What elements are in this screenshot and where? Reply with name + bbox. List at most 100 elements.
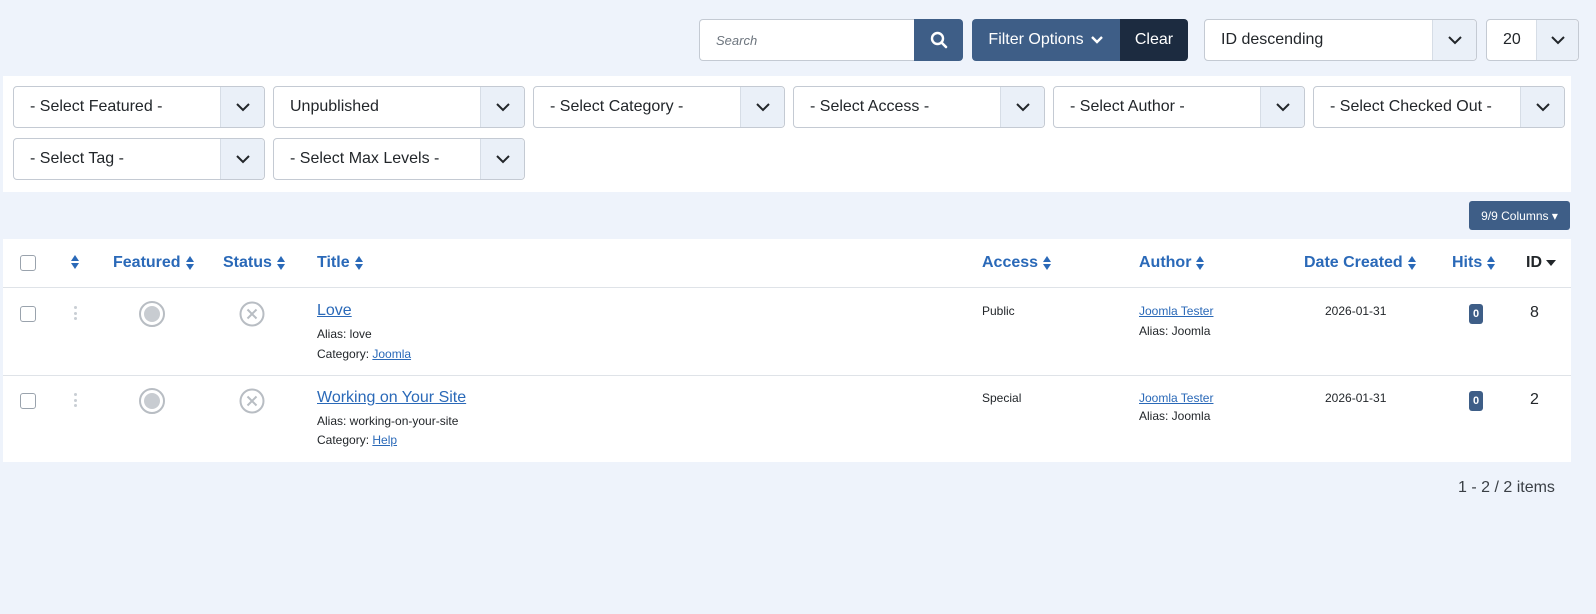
table-row: Working on Your Site Alias: working-on-y… [3,375,1571,463]
ordering-select[interactable]: ID descending [1204,19,1477,61]
status-header-label: Status [223,254,272,271]
ordering-select-value: ID descending [1221,31,1324,48]
article-alias: Alias: love [317,327,372,341]
id-column-header[interactable]: ID [1526,254,1556,272]
category-prefix: Category: [317,347,373,361]
author-header-label: Author [1139,254,1192,271]
date-created-header-label: Date Created [1304,254,1403,271]
filter-category-select[interactable]: - Select Category - [533,86,785,128]
id-header-label: ID [1526,254,1542,271]
filter-panel: - Select Featured - Unpublished - Select… [3,76,1571,192]
article-id: 8 [1530,304,1539,321]
articles-table: Featured Status Title Access Author Date… [3,239,1571,462]
filter-featured-select[interactable]: - Select Featured - [13,86,265,128]
filter-checked-out-select[interactable]: - Select Checked Out - [1313,86,1565,128]
category-link[interactable]: Joomla [372,347,411,361]
row-checkbox[interactable] [20,306,36,322]
unpublished-status-icon[interactable] [239,388,265,414]
sort-icon [1043,256,1052,270]
clear-button[interactable]: Clear [1120,19,1188,61]
search-group [699,19,963,61]
limit-select-value: 20 [1503,31,1521,48]
ordering-sort-header[interactable] [70,254,80,270]
filter-access-value: - Select Access - [810,98,930,115]
access-header-label: Access [982,254,1039,271]
filter-checked-out-value: - Select Checked Out - [1330,98,1492,115]
columns-toggle-label: 9/9 Columns [1481,208,1549,223]
hits-badge: 0 [1469,391,1483,411]
article-category: Category: Joomla [317,347,411,361]
hits-badge: 0 [1469,304,1483,324]
access-column-header[interactable]: Access [982,254,1052,272]
filter-options-button[interactable]: Filter Options [972,19,1120,61]
author-column-header[interactable]: Author [1139,254,1205,272]
search-input[interactable] [699,19,914,61]
article-alias: Alias: working-on-your-site [317,414,459,428]
search-button[interactable] [914,19,963,61]
filter-author-value: - Select Author - [1070,98,1185,115]
sort-icon [354,256,363,270]
filter-category-value: - Select Category - [550,98,684,115]
unpublished-status-icon[interactable] [239,301,265,327]
chevron-down-icon [1260,87,1304,127]
sort-icon [1196,256,1205,270]
filter-featured-value: - Select Featured - [30,98,163,115]
filter-max-levels-select[interactable]: - Select Max Levels - [273,138,525,180]
access-level: Public [982,304,1015,318]
featured-column-header[interactable]: Featured [113,254,195,272]
list-toolbar: Filter Options Clear ID descending 20 [0,19,1596,61]
date-created: 2026-01-31 [1325,391,1387,405]
filter-tag-value: - Select Tag - [30,150,124,167]
sort-icon [1407,256,1416,270]
author-alias: Alias: Joomla [1139,324,1211,338]
filter-published-value: Unpublished [290,98,379,115]
search-icon [930,31,947,49]
article-category: Category: Help [317,433,397,447]
chevron-down-icon [220,139,264,179]
hits-header-label: Hits [1452,254,1483,271]
filter-max-levels-value: - Select Max Levels - [290,150,440,167]
table-row: Love Alias: love Category: Joomla Public… [3,288,1571,376]
unfeatured-toggle-icon[interactable] [139,301,165,327]
title-column-header[interactable]: Title [317,254,364,272]
check-all-checkbox[interactable] [20,255,36,271]
filter-tag-select[interactable]: - Select Tag - [13,138,265,180]
sort-icon [185,256,194,270]
article-title-link[interactable]: Working on Your Site [317,389,466,407]
filter-access-select[interactable]: - Select Access - [793,86,1045,128]
author-link[interactable]: Joomla Tester [1139,391,1213,405]
filter-published-select[interactable]: Unpublished [273,86,525,128]
chevron-down-icon [1536,20,1578,60]
category-prefix: Category: [317,433,373,447]
pagination-info: 1 - 2 / 2 items [1458,479,1555,496]
chevron-down-icon [480,139,524,179]
chevron-down-icon [1090,36,1103,44]
date-created: 2026-01-31 [1325,304,1387,318]
sort-icon [276,256,285,270]
row-checkbox[interactable] [20,393,36,409]
chevron-down-icon [1000,87,1044,127]
limit-select[interactable]: 20 [1486,19,1579,61]
date-created-column-header[interactable]: Date Created [1304,254,1417,272]
chevron-down-icon [480,87,524,127]
unfeatured-toggle-icon[interactable] [139,388,165,414]
caret-down-icon: ▾ [1551,208,1558,223]
columns-toggle-button[interactable]: 9/9 Columns ▾ [1469,201,1570,230]
sort-icon [71,255,79,269]
hits-column-header[interactable]: Hits [1452,254,1496,272]
drag-handle-icon[interactable] [73,393,77,407]
chevron-down-icon [1432,20,1476,60]
access-level: Special [982,391,1022,405]
status-column-header[interactable]: Status [223,254,286,272]
sort-icon [1487,256,1496,270]
author-alias: Alias: Joomla [1139,409,1211,423]
article-id: 2 [1530,391,1539,408]
table-header: Featured Status Title Access Author Date… [3,239,1571,288]
chevron-down-icon [220,87,264,127]
filter-author-select[interactable]: - Select Author - [1053,86,1305,128]
category-link[interactable]: Help [372,433,397,447]
drag-handle-icon[interactable] [73,306,77,320]
article-title-link[interactable]: Love [317,302,352,320]
author-link[interactable]: Joomla Tester [1139,304,1213,318]
featured-header-label: Featured [113,254,181,271]
